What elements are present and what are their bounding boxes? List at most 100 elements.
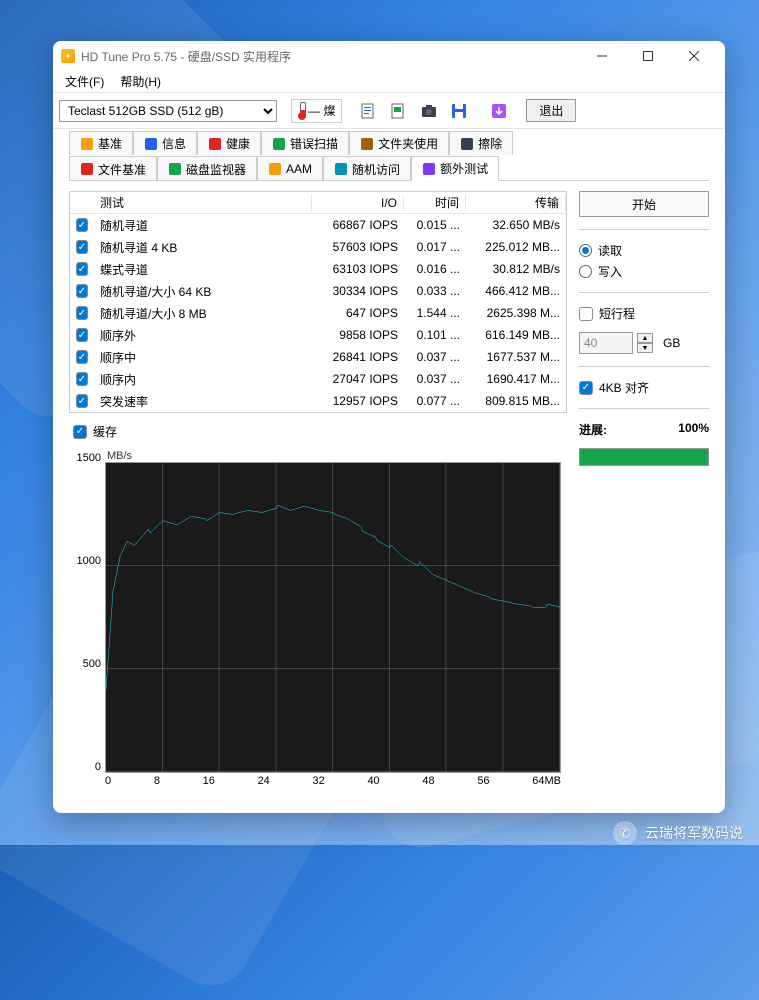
tab-AAM[interactable]: AAM [257,156,323,181]
table-row[interactable]: 随机寻道/大小 64 KB30334 IOPS0.033 ...466.412 … [70,280,566,302]
tab-icon [360,137,374,151]
size-unit: GB [663,336,680,350]
row-time: 0.037 ... [404,350,466,364]
menu-file[interactable]: 文件(F) [59,71,110,92]
row-name: 随机寻道/大小 8 MB [94,305,312,322]
tab-label: 文件夹使用 [378,135,438,152]
window-title: HD Tune Pro 5.75 - 硬盘/SSD 实用程序 [81,48,291,65]
row-checkbox[interactable] [76,394,88,408]
copy-screenshot-icon[interactable] [386,98,412,124]
row-speed: 30.812 MB/s [466,262,566,276]
row-checkbox[interactable] [76,306,88,320]
tab-磁盘监视器[interactable]: 磁盘监视器 [157,156,257,181]
tab-信息[interactable]: 信息 [133,131,197,155]
content-area: 测试 I/O 时间 传输 随机寻道66867 IOPS0.015 ...32.6… [69,180,709,803]
size-spinner: ▲ ▼ [637,333,653,353]
row-checkbox[interactable] [76,240,88,254]
short-stroke-checkbox[interactable] [579,307,593,321]
table-row[interactable]: 顺序内27047 IOPS0.037 ...1690.417 M... [70,368,566,390]
row-checkbox[interactable] [76,218,88,232]
chart-yaxis: 150010005000 [69,452,105,773]
tab-额外测试[interactable]: 额外测试 [411,156,499,181]
start-button[interactable]: 开始 [579,191,709,217]
watermark: ✆ 云瑞将军数码说 [613,821,743,845]
spin-up[interactable]: ▲ [637,333,653,343]
tab-label: 健康 [226,135,250,152]
exit-button[interactable]: 退出 [526,99,576,122]
x-tick: 24 [258,775,270,793]
row-time: 0.101 ... [404,328,466,342]
menu-help[interactable]: 帮助(H) [114,71,167,92]
row-checkbox[interactable] [76,328,88,342]
tab-label: 磁盘监视器 [186,161,246,178]
row-name: 突发速率 [94,393,312,410]
minimize-button[interactable] [579,41,625,71]
maximize-button[interactable] [625,41,671,71]
tab-icon [334,162,348,176]
header-speed[interactable]: 传输 [466,194,566,211]
row-io: 66867 IOPS [312,218,404,232]
y-tick: 1000 [77,555,101,567]
row-time: 1.544 ... [404,306,466,320]
row-io: 26841 IOPS [312,350,404,364]
radio-write[interactable] [579,265,592,278]
align-4kb-checkbox[interactable] [579,381,593,395]
copy-info-icon[interactable] [356,98,382,124]
app-icon [61,49,75,63]
row-speed: 1690.417 M... [466,372,566,386]
radio-read[interactable] [579,244,592,257]
tab-文件夹使用[interactable]: 文件夹使用 [349,131,449,155]
table-row[interactable]: 随机寻道 4 KB57603 IOPS0.017 ...225.012 MB..… [70,236,566,258]
chart-plot-area [105,462,561,773]
spin-down[interactable]: ▼ [637,343,653,353]
radio-write-row[interactable]: 写入 [579,263,709,280]
x-tick: 8 [154,775,160,793]
table-row[interactable]: 顺序中26841 IOPS0.037 ...1677.537 M... [70,346,566,368]
align-4kb-label: 4KB 对齐 [599,379,649,396]
row-checkbox[interactable] [76,262,88,276]
row-checkbox[interactable] [76,350,88,364]
align-4kb-row[interactable]: 4KB 对齐 [579,379,709,396]
download-icon[interactable] [486,98,512,124]
main-column: 测试 I/O 时间 传输 随机寻道66867 IOPS0.015 ...32.6… [69,191,567,793]
y-tick: 1500 [77,452,101,464]
radio-read-row[interactable]: 读取 [579,242,709,259]
tab-健康[interactable]: 健康 [197,131,261,155]
tab-icon [272,137,286,151]
row-speed: 1677.537 M... [466,350,566,364]
header-time[interactable]: 时间 [404,194,466,211]
size-input[interactable] [579,332,633,354]
chart-line [106,463,560,772]
radio-read-label: 读取 [598,242,622,259]
row-time: 0.017 ... [404,240,466,254]
table-row[interactable]: 随机寻道66867 IOPS0.015 ...32.650 MB/s [70,214,566,236]
tab-label: 额外测试 [440,160,488,177]
size-row: ▲ ▼ GB [579,332,709,354]
toolbar: Teclast 512GB SSD (512 gB) — 燦 退出 [53,93,725,129]
row-checkbox[interactable] [76,284,88,298]
drive-select[interactable]: Teclast 512GB SSD (512 gB) [59,100,277,122]
side-column: 开始 读取 写入 短行程 ▲ ▼ [579,191,709,793]
short-stroke-row[interactable]: 短行程 [579,305,709,322]
row-speed: 616.149 MB... [466,328,566,342]
tab-文件基准[interactable]: 文件基准 [69,156,157,181]
header-io[interactable]: I/O [312,196,404,210]
tab-基准[interactable]: 基准 [69,131,133,155]
header-test[interactable]: 测试 [94,194,312,211]
row-speed: 809.815 MB... [466,394,566,408]
short-stroke-label: 短行程 [599,305,635,322]
table-row[interactable]: 随机寻道/大小 8 MB647 IOPS1.544 ...2625.398 M.… [70,302,566,324]
cache-checkbox[interactable] [73,425,87,439]
tab-擦除[interactable]: 擦除 [449,131,513,155]
x-tick: 64MB [532,775,561,793]
row-time: 0.077 ... [404,394,466,408]
save-icon[interactable] [446,98,472,124]
table-row[interactable]: 顺序外9858 IOPS0.101 ...616.149 MB... [70,324,566,346]
close-button[interactable] [671,41,717,71]
camera-icon[interactable] [416,98,442,124]
tab-随机访问[interactable]: 随机访问 [323,156,411,181]
table-row[interactable]: 蝶式寻道63103 IOPS0.016 ...30.812 MB/s [70,258,566,280]
row-checkbox[interactable] [76,372,88,386]
tab-错误扫描[interactable]: 错误扫描 [261,131,349,155]
table-row[interactable]: 突发速率12957 IOPS0.077 ...809.815 MB... [70,390,566,412]
